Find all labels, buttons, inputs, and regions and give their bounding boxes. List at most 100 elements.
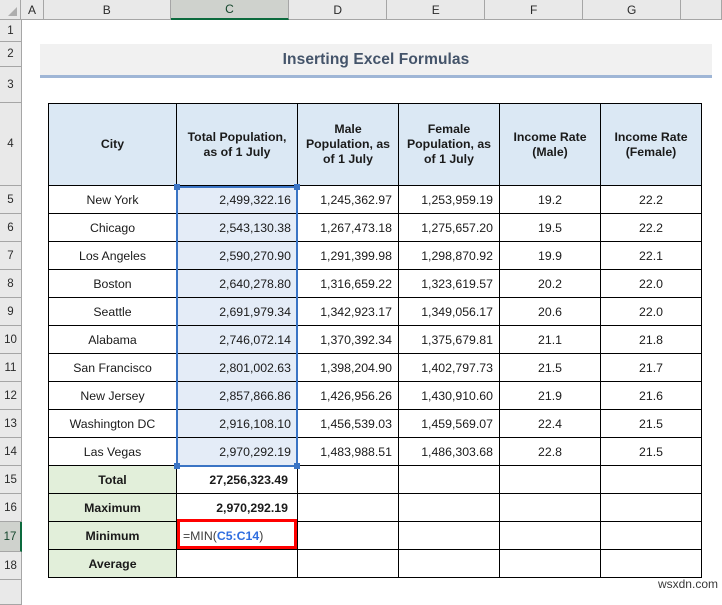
column-header-b[interactable]: B [43, 0, 171, 20]
cell-total[interactable]: 2,970,292.19 [176, 437, 298, 466]
cell-rate-male[interactable]: 20.2 [499, 269, 601, 298]
summary-blank-f[interactable] [499, 493, 601, 522]
cell-male[interactable]: 1,245,362.97 [297, 185, 399, 214]
cell-total[interactable]: 2,499,322.16 [176, 185, 298, 214]
summary-row-average[interactable]: Average [48, 549, 702, 578]
cell-female[interactable]: 1,430,910.60 [398, 381, 500, 410]
cell-city[interactable]: Las Vegas [48, 437, 177, 466]
summary-row-minimum[interactable]: Minimum =MIN(C5:C14) [48, 521, 702, 550]
cell-rate-female[interactable]: 22.1 [600, 241, 702, 270]
cell-rate-female[interactable]: 22.0 [600, 297, 702, 326]
cell-male[interactable]: 1,483,988.51 [297, 437, 399, 466]
row-header-17[interactable]: 17 [0, 522, 22, 552]
cell-female[interactable]: 1,402,797.73 [398, 353, 500, 382]
cell-total[interactable]: 2,746,072.14 [176, 325, 298, 354]
summary-value-average[interactable] [176, 549, 298, 578]
summary-blank-f[interactable] [499, 549, 601, 578]
row-header-2[interactable]: 2 [0, 42, 22, 67]
row-header-11[interactable]: 11 [0, 354, 22, 382]
cell-total[interactable]: 2,543,130.38 [176, 213, 298, 242]
row-header-18[interactable]: 18 [0, 552, 22, 580]
cell-total[interactable]: 2,801,002.63 [176, 353, 298, 382]
cell-city[interactable]: Boston [48, 269, 177, 298]
summary-blank-e[interactable] [398, 465, 500, 494]
cell-male[interactable]: 1,398,204.90 [297, 353, 399, 382]
column-header-a[interactable]: A [21, 0, 44, 20]
cell-rate-female[interactable]: 22.0 [600, 269, 702, 298]
cell-rate-female[interactable]: 22.2 [600, 213, 702, 242]
cell-female[interactable]: 1,486,303.68 [398, 437, 500, 466]
cell-rate-female[interactable]: 21.5 [600, 409, 702, 438]
summary-value-maximum[interactable]: 2,970,292.19 [176, 493, 298, 522]
table-row[interactable]: Las Vegas 2,970,292.19 1,483,988.51 1,48… [48, 437, 702, 466]
summary-row-maximum[interactable]: Maximum 2,970,292.19 [48, 493, 702, 522]
cell-female[interactable]: 1,459,569.07 [398, 409, 500, 438]
table-row[interactable]: San Francisco 2,801,002.63 1,398,204.90 … [48, 353, 702, 382]
cell-female[interactable]: 1,323,619.57 [398, 269, 500, 298]
cell-total[interactable]: 2,640,278.80 [176, 269, 298, 298]
table-row[interactable]: New York 2,499,322.16 1,245,362.97 1,253… [48, 185, 702, 214]
row-header-16[interactable]: 16 [0, 494, 22, 522]
cell-rate-female[interactable]: 22.2 [600, 185, 702, 214]
cell-rate-male[interactable]: 20.6 [499, 297, 601, 326]
cell-rate-male[interactable]: 22.4 [499, 409, 601, 438]
row-header-6[interactable]: 6 [0, 214, 22, 242]
cell-city[interactable]: Chicago [48, 213, 177, 242]
table-row[interactable]: Chicago 2,543,130.38 1,267,473.18 1,275,… [48, 213, 702, 242]
table-row[interactable]: New Jersey 2,857,866.86 1,426,956.26 1,4… [48, 381, 702, 410]
cell-female[interactable]: 1,375,679.81 [398, 325, 500, 354]
summary-blank-d[interactable] [297, 493, 399, 522]
table-row[interactable]: Washington DC 2,916,108.10 1,456,539.03 … [48, 409, 702, 438]
summary-row-total[interactable]: Total 27,256,323.49 [48, 465, 702, 494]
summary-blank-f[interactable] [499, 465, 601, 494]
cell-rate-male[interactable]: 21.5 [499, 353, 601, 382]
summary-blank-e[interactable] [398, 521, 500, 550]
cell-city[interactable]: Los Angeles [48, 241, 177, 270]
summary-blank-e[interactable] [398, 549, 500, 578]
row-header-3[interactable]: 3 [0, 67, 22, 103]
row-header-7[interactable]: 7 [0, 242, 22, 270]
cell-male[interactable]: 1,342,923.17 [297, 297, 399, 326]
cell-city[interactable]: Alabama [48, 325, 177, 354]
cell-male[interactable]: 1,426,956.26 [297, 381, 399, 410]
summary-blank-e[interactable] [398, 493, 500, 522]
summary-blank-g[interactable] [600, 465, 702, 494]
cell-city[interactable]: New York [48, 185, 177, 214]
cell-female[interactable]: 1,298,870.92 [398, 241, 500, 270]
row-header-9[interactable]: 9 [0, 298, 22, 326]
cell-male[interactable]: 1,316,659.22 [297, 269, 399, 298]
table-row[interactable]: Boston 2,640,278.80 1,316,659.22 1,323,6… [48, 269, 702, 298]
cell-total[interactable]: 2,857,866.86 [176, 381, 298, 410]
cell-rate-male[interactable]: 19.2 [499, 185, 601, 214]
summary-blank-d[interactable] [297, 521, 399, 550]
cell-rate-male[interactable]: 19.9 [499, 241, 601, 270]
summary-blank-g[interactable] [600, 493, 702, 522]
column-header-d[interactable]: D [289, 0, 388, 20]
cell-male[interactable]: 1,370,392.34 [297, 325, 399, 354]
cell-total[interactable]: 2,916,108.10 [176, 409, 298, 438]
cell-city[interactable]: San Francisco [48, 353, 177, 382]
cell-rate-male[interactable]: 21.9 [499, 381, 601, 410]
cell-male[interactable]: 1,267,473.18 [297, 213, 399, 242]
cell-rate-male[interactable]: 22.8 [499, 437, 601, 466]
summary-blank-d[interactable] [297, 465, 399, 494]
row-header-12[interactable]: 12 [0, 382, 22, 410]
row-header-1[interactable]: 1 [0, 20, 22, 42]
cell-total[interactable]: 2,691,979.34 [176, 297, 298, 326]
summary-value-total[interactable]: 27,256,323.49 [176, 465, 298, 494]
row-header-13[interactable]: 13 [0, 410, 22, 438]
cell-male[interactable]: 1,456,539.03 [297, 409, 399, 438]
spreadsheet-canvas[interactable]: A B C D E F G 1 2 3 4 5 6 7 8 9 10 11 12… [0, 0, 722, 605]
cell-rate-female[interactable]: 21.5 [600, 437, 702, 466]
row-header-5[interactable]: 5 [0, 186, 22, 214]
cell-city[interactable]: New Jersey [48, 381, 177, 410]
select-all-corner[interactable] [0, 0, 22, 20]
row-header-4[interactable]: 4 [0, 103, 22, 186]
cell-rate-female[interactable]: 21.6 [600, 381, 702, 410]
summary-blank-d[interactable] [297, 549, 399, 578]
table-row[interactable]: Seattle 2,691,979.34 1,342,923.17 1,349,… [48, 297, 702, 326]
cell-rate-female[interactable]: 21.8 [600, 325, 702, 354]
cell-female[interactable]: 1,253,959.19 [398, 185, 500, 214]
cell-rate-female[interactable]: 21.7 [600, 353, 702, 382]
table-row[interactable]: Alabama 2,746,072.14 1,370,392.34 1,375,… [48, 325, 702, 354]
